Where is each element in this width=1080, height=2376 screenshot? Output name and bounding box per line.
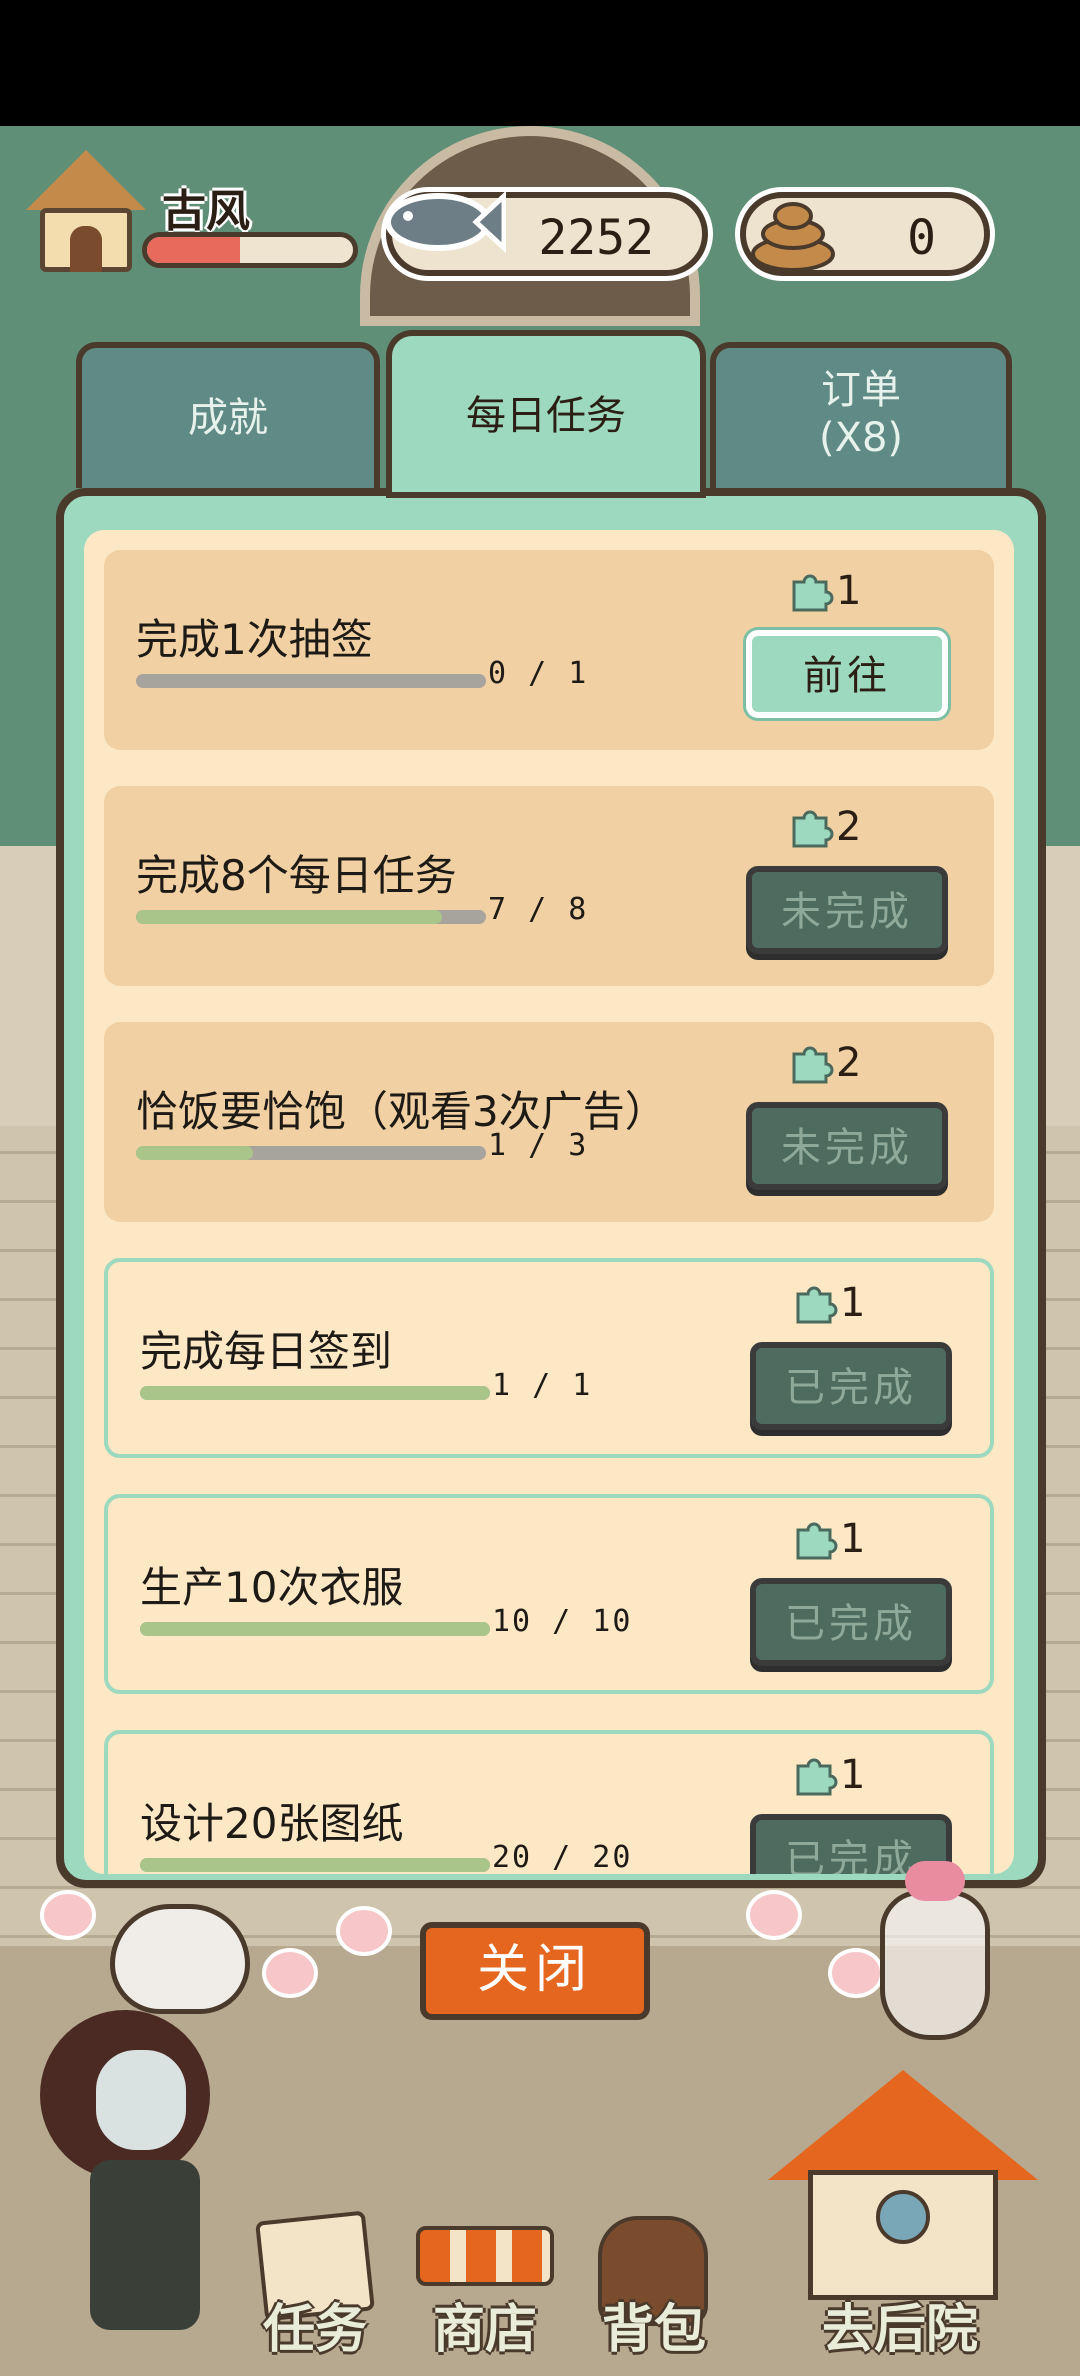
cat-mascot: [110, 1904, 250, 2014]
task-progress-bar: [136, 674, 486, 688]
task-card: 完成每日签到 1 / 1 1 已完成: [104, 1258, 994, 1458]
puzzle-piece-icon: [792, 1046, 834, 1084]
task-progress-text: 7 / 8: [488, 892, 589, 927]
paw-icon: [828, 1948, 884, 1998]
task-progress-text: 10 / 10: [492, 1604, 633, 1639]
reward-amount: 1: [840, 1752, 866, 1798]
task-action-button[interactable]: 已完成: [750, 1578, 952, 1666]
level-progress-bar: [142, 232, 358, 268]
poop-icon: [751, 202, 835, 272]
nav-shop[interactable]: 商店: [410, 2216, 560, 2376]
task-card: 恰饭要恰饱（观看3次广告） 1 / 3 2 未完成: [104, 1022, 994, 1222]
task-progress-text: 0 / 1: [488, 656, 589, 691]
tab-orders-count: (X8): [818, 415, 904, 461]
nav-backyard[interactable]: 去后院: [750, 2216, 1050, 2376]
bottle-icon: [880, 1861, 990, 2040]
character-girl: [40, 2010, 220, 2360]
task-progress-fill: [136, 1146, 253, 1160]
paw-icon: [336, 1906, 392, 1956]
nav-backpack-label: 背包: [601, 2300, 706, 2360]
task-progress-bar: [136, 910, 486, 924]
task-card: 生产10次衣服 10 / 10 1 已完成: [104, 1494, 994, 1694]
task-title: 设计20张图纸: [140, 1799, 404, 1848]
house-icon[interactable]: [26, 150, 146, 280]
tab-orders-label: 订单: [821, 367, 901, 413]
fish-icon: [385, 190, 506, 254]
nav-tasks-label: 任务: [262, 2300, 367, 2360]
nav-backyard-label: 去后院: [821, 2300, 978, 2360]
nav-tasks[interactable]: 任务: [250, 2210, 380, 2376]
task-list[interactable]: 完成1次抽签 0 / 1 1 前往 完成8个每日任务 7 / 8 2 未完成 恰饭要恰饱（观看3…: [84, 530, 1014, 1874]
reward-amount: 1: [836, 568, 862, 614]
status-bar: [0, 0, 1080, 126]
poop-count: 0: [907, 210, 936, 266]
task-progress-fill: [140, 1858, 490, 1872]
task-action-button[interactable]: 前往: [746, 630, 948, 718]
paw-icon: [262, 1948, 318, 1998]
paw-icon: [40, 1890, 96, 1940]
reward-amount: 1: [840, 1516, 866, 1562]
task-card: 设计20张图纸 20 / 20 1 已完成: [104, 1730, 994, 1874]
task-progress-text: 1 / 1: [492, 1368, 593, 1403]
task-progress-bar: [136, 1146, 486, 1160]
puzzle-piece-icon: [796, 1758, 838, 1796]
task-title: 完成8个每日任务: [136, 851, 457, 900]
level-progress-fill: [147, 237, 240, 263]
player-name: 古风: [162, 186, 250, 237]
task-progress-bar: [140, 1858, 490, 1872]
reward-amount: 1: [840, 1280, 866, 1326]
task-action-button[interactable]: 未完成: [746, 1102, 948, 1190]
task-action-button[interactable]: 未完成: [746, 866, 948, 954]
task-card: 完成8个每日任务 7 / 8 2 未完成: [104, 786, 994, 986]
puzzle-piece-icon: [792, 810, 834, 848]
paw-icon: [746, 1890, 802, 1940]
task-card: 完成1次抽签 0 / 1 1 前往: [104, 550, 994, 750]
task-progress-bar: [140, 1622, 490, 1636]
task-progress-fill: [140, 1622, 490, 1636]
task-progress-bar: [140, 1386, 490, 1400]
task-progress-fill: [136, 910, 443, 924]
tab-achievements[interactable]: 成就: [76, 342, 380, 488]
task-progress-fill: [140, 1386, 490, 1400]
fish-count: 2252: [538, 210, 654, 266]
close-button[interactable]: 关闭: [420, 1922, 650, 2020]
tab-orders[interactable]: 订单 (X8): [710, 342, 1012, 488]
task-title: 完成1次抽签: [136, 615, 373, 664]
task-action-button[interactable]: 已完成: [750, 1342, 952, 1430]
nav-backpack[interactable]: 背包: [584, 2216, 724, 2376]
puzzle-piece-icon: [796, 1522, 838, 1560]
task-title: 完成每日签到: [140, 1327, 393, 1376]
puzzle-piece-icon: [792, 574, 834, 612]
task-progress-text: 1 / 3: [488, 1128, 589, 1163]
reward-amount: 2: [836, 804, 862, 850]
reward-amount: 2: [836, 1040, 862, 1086]
nav-shop-label: 商店: [432, 2300, 537, 2360]
puzzle-piece-icon: [796, 1286, 838, 1324]
task-progress-text: 20 / 20: [492, 1840, 633, 1874]
tab-daily-tasks[interactable]: 每日任务: [392, 336, 700, 492]
tab-daily-tasks-label: 每日任务: [466, 393, 626, 439]
shop-awning-icon: [416, 2226, 554, 2286]
task-title: 生产10次衣服: [140, 1563, 404, 1612]
tab-achievements-label: 成就: [188, 395, 268, 441]
